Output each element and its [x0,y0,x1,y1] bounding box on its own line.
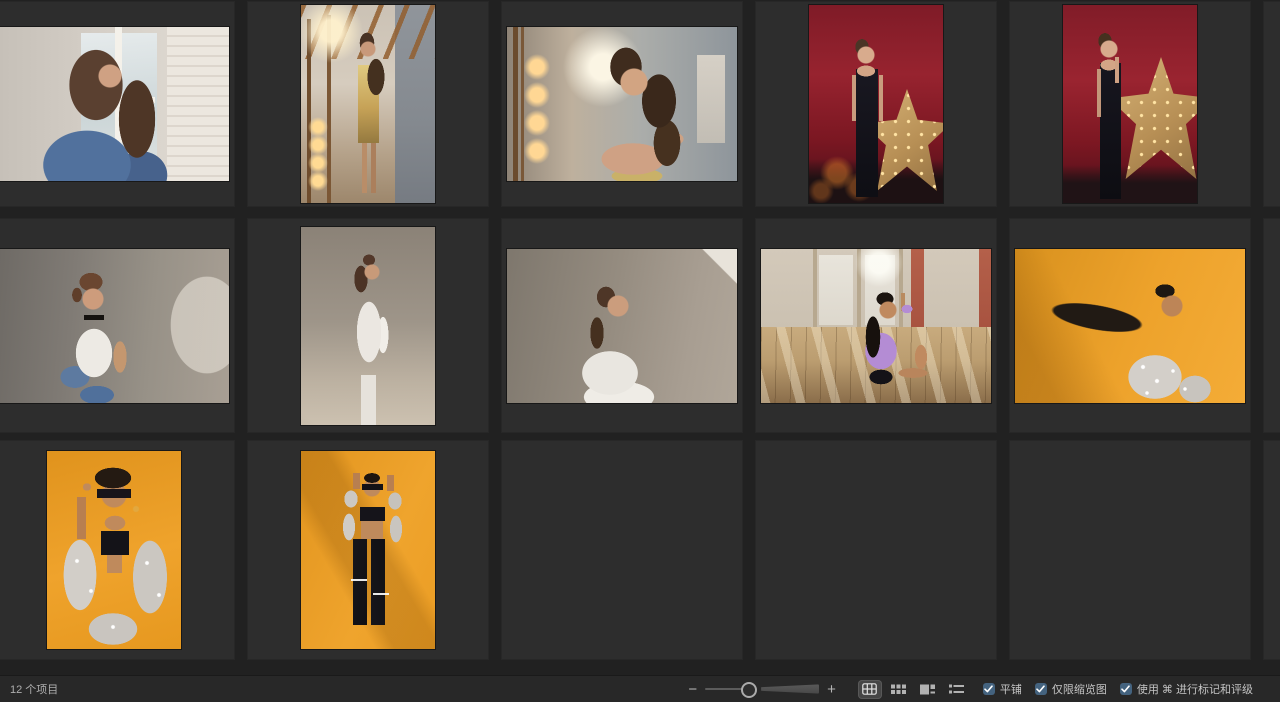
photo-white-sweater-studio[interactable] [507,249,737,403]
grid-cell-r3-c2[interactable] [247,440,489,660]
grid-view-icon [862,683,877,695]
grid-cell-r3-c1[interactable] [0,440,235,660]
thumbnail-size-slider[interactable] [703,681,821,697]
photo-silver-jacket-sunglasses-orange[interactable] [47,451,181,649]
grid-view-button[interactable] [858,680,882,699]
thumbnails-only-option-label: 仅限缩览图 [1052,681,1107,697]
status-bar-controls: − + 平铺 仅限缩览图 使用 ⌘ 进行标记和评级 [684,676,1253,702]
thumbnail-detail-view-icon [920,684,935,695]
view-mode-switcher [858,680,969,699]
slider-knob[interactable] [741,682,757,698]
use-cmd-mark-rate-option[interactable]: 使用 ⌘ 进行标记和评级 [1120,681,1253,697]
photo-denim-jacket-brick-wall[interactable] [0,27,229,181]
photo-black-dress-red-star-2[interactable] [1063,5,1197,203]
grid-cell-r2-c4[interactable] [755,218,997,433]
grid-cell-r2-c1[interactable] [0,218,235,433]
photo-gold-sequin-dress-loft[interactable] [301,5,435,203]
thumbnails-only-option-checkbox[interactable] [1035,683,1047,695]
photo-white-tank-choker-studio[interactable] [0,249,229,403]
photo-silver-jacket-orange-hair-flip[interactable] [1015,249,1245,403]
grid-cell-r1-c2[interactable] [247,1,489,207]
status-bar: 12 个项目 − + 平铺 仅限缩览图 使用 ⌘ 进行标记和评级 [0,675,1280,702]
grid-cell-r1-c4[interactable] [755,1,997,207]
grid-cell-r2-c6 [1263,218,1280,433]
list-view-button[interactable] [945,680,969,699]
item-count: 12 个项目 [10,681,58,697]
thumbnails-only-option[interactable]: 仅限缩览图 [1035,681,1107,697]
grid-cell-r1-c6 [1263,1,1280,207]
tile-option[interactable]: 平铺 [983,681,1022,697]
tile-option-checkbox[interactable] [983,683,995,695]
photo-white-suit-studio[interactable] [301,227,435,425]
photo-black-dress-red-star-1[interactable] [809,5,943,203]
grid-cell-r3-c4 [755,440,997,660]
grid-cell-r2-c3[interactable] [501,218,743,433]
thumbnail-view-icon [891,684,906,695]
grid-cell-r3-c5 [1009,440,1251,660]
use-cmd-mark-rate-option-label: 使用 ⌘ 进行标记和评级 [1137,681,1253,697]
grid-cell-r1-c5[interactable] [1009,1,1251,207]
display-options: 平铺 仅限缩览图 使用 ⌘ 进行标记和评级 [983,681,1253,697]
use-cmd-mark-rate-option-checkbox[interactable] [1120,683,1132,695]
photo-vanity-lights-closeup[interactable] [507,27,737,181]
zoom-in-button[interactable]: + [823,682,840,697]
zoom-out-button[interactable]: − [684,682,701,697]
tile-option-label: 平铺 [1000,681,1022,697]
photo-grid [0,0,1280,675]
grid-cell-r1-c3[interactable] [501,1,743,207]
photo-lilac-sequin-wood-floor[interactable] [761,249,991,403]
grid-cell-r3-c3 [501,440,743,660]
grid-cell-r2-c2[interactable] [247,218,489,433]
thumbnail-detail-view-button[interactable] [916,680,940,699]
grid-cell-r2-c5[interactable] [1009,218,1251,433]
thumbnail-view-button[interactable] [887,680,911,699]
grid-cell-r3-c6 [1263,440,1280,660]
photo-silver-jacket-pose-orange[interactable] [301,451,435,649]
slider-track-wedge [761,684,819,694]
list-view-icon [949,684,964,695]
grid-cell-r1-c1[interactable] [0,1,235,207]
